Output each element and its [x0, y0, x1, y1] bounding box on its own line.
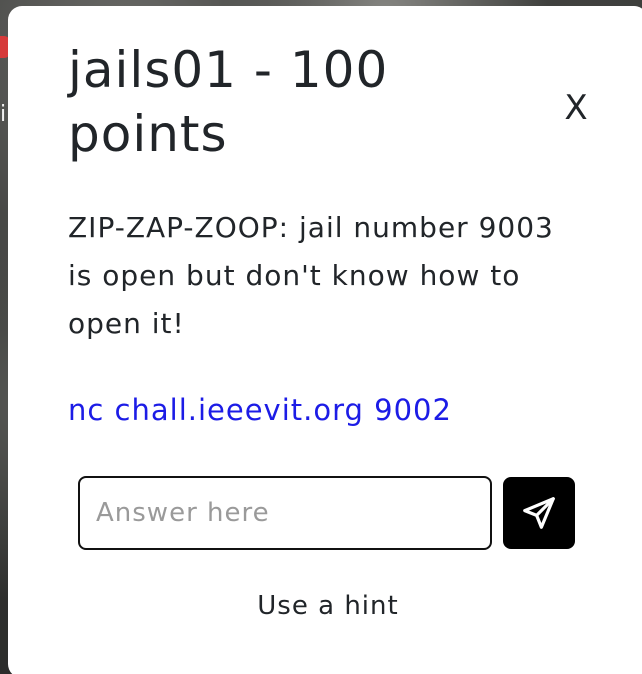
- connection-link[interactable]: nc chall.ieeevit.org 9002: [68, 390, 452, 430]
- background-text-fragment: i: [0, 102, 7, 127]
- send-icon: [523, 497, 555, 529]
- challenge-modal: jails01 - 100 points X ZIP-ZAP-ZOOP: jai…: [8, 6, 642, 674]
- answer-input[interactable]: [78, 476, 492, 550]
- use-hint-button[interactable]: Use a hint: [248, 588, 408, 624]
- submit-button[interactable]: [503, 477, 575, 549]
- close-button[interactable]: X: [560, 88, 592, 128]
- challenge-title: jails01 - 100 points: [68, 41, 389, 163]
- challenge-description: ZIP-ZAP-ZOOP: jail number 9003 is open b…: [68, 211, 554, 340]
